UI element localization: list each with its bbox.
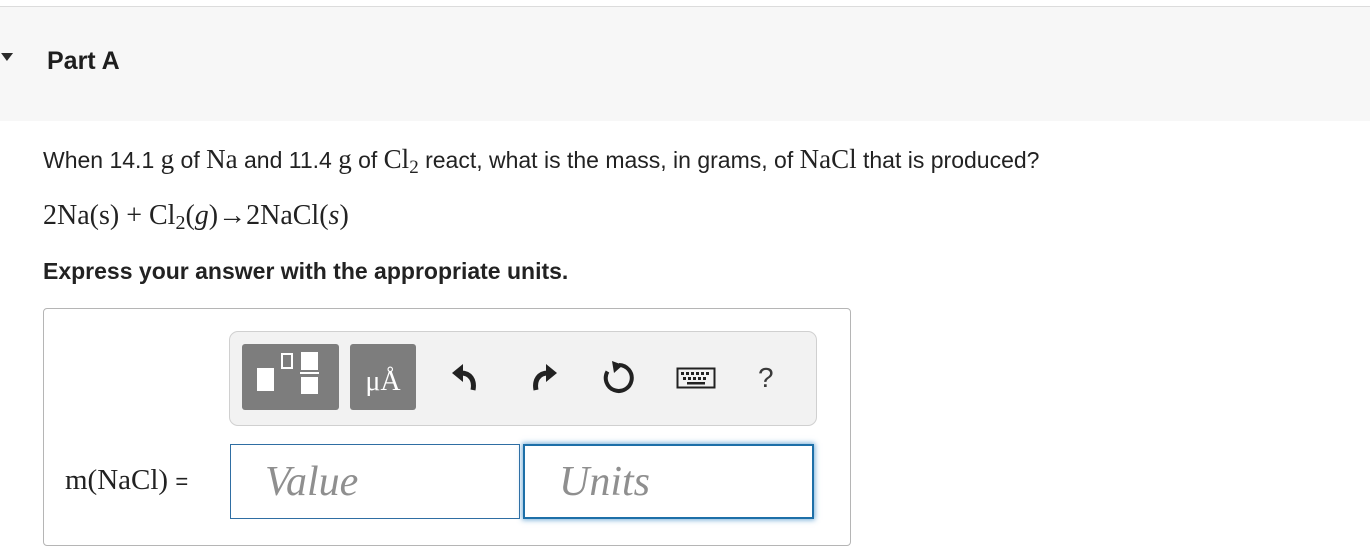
units-button[interactable]: μÅ bbox=[350, 344, 416, 410]
value-input[interactable] bbox=[230, 444, 520, 519]
reaction-equation: 2Na(s) + Cl2(g)→2NaCl(s) bbox=[43, 200, 349, 235]
answer-label: m(NaCl) = bbox=[65, 464, 188, 497]
species-cl2: Cl2 bbox=[383, 144, 419, 178]
species-nacl: NaCl bbox=[799, 144, 857, 174]
instruction-text: Express your answer with the appropriate… bbox=[43, 258, 569, 284]
part-header[interactable]: Part A bbox=[0, 7, 1370, 121]
answer-label-text: m(NaCl) bbox=[65, 464, 169, 496]
question-of-2: of bbox=[358, 147, 378, 173]
equation-phase-g: g bbox=[194, 200, 209, 231]
question-pre: When 14.1 bbox=[43, 147, 155, 173]
species-cl2-subscript: 2 bbox=[409, 157, 419, 178]
equation-phase-s: s bbox=[328, 200, 340, 231]
mass-unit-1: g bbox=[160, 144, 175, 174]
species-na: Na bbox=[206, 144, 238, 174]
part-title: Part A bbox=[47, 47, 120, 75]
question-post: that is produced? bbox=[863, 147, 1040, 173]
equation-part-4: ) bbox=[339, 200, 349, 231]
answer-equals: = bbox=[175, 469, 189, 494]
reset-icon[interactable] bbox=[601, 360, 637, 396]
species-cl2-base: Cl bbox=[383, 144, 410, 174]
equation-part-3: )→2NaCl( bbox=[208, 200, 329, 231]
undo-icon[interactable] bbox=[449, 360, 485, 396]
redo-icon[interactable] bbox=[525, 360, 561, 396]
question-text: When 14.1 g of Na and 11.4 g of Cl2 reac… bbox=[43, 144, 1039, 179]
templates-icon bbox=[257, 368, 274, 391]
help-button[interactable]: ? bbox=[758, 362, 774, 394]
question-of-1: of bbox=[180, 147, 200, 173]
mass-unit-2: g bbox=[338, 144, 352, 174]
equation-part-1: 2Na(s) + Cl bbox=[43, 200, 176, 231]
equation-part-2: ( bbox=[185, 200, 195, 231]
question-mid: react, what is the mass, in grams, of bbox=[425, 147, 794, 173]
collapse-caret-icon[interactable] bbox=[0, 53, 14, 61]
templates-button[interactable] bbox=[242, 344, 339, 410]
equation-subscript: 2 bbox=[175, 212, 186, 234]
units-input[interactable] bbox=[523, 444, 814, 519]
keyboard-icon[interactable] bbox=[676, 360, 716, 396]
question-and: and 11.4 bbox=[243, 147, 332, 173]
